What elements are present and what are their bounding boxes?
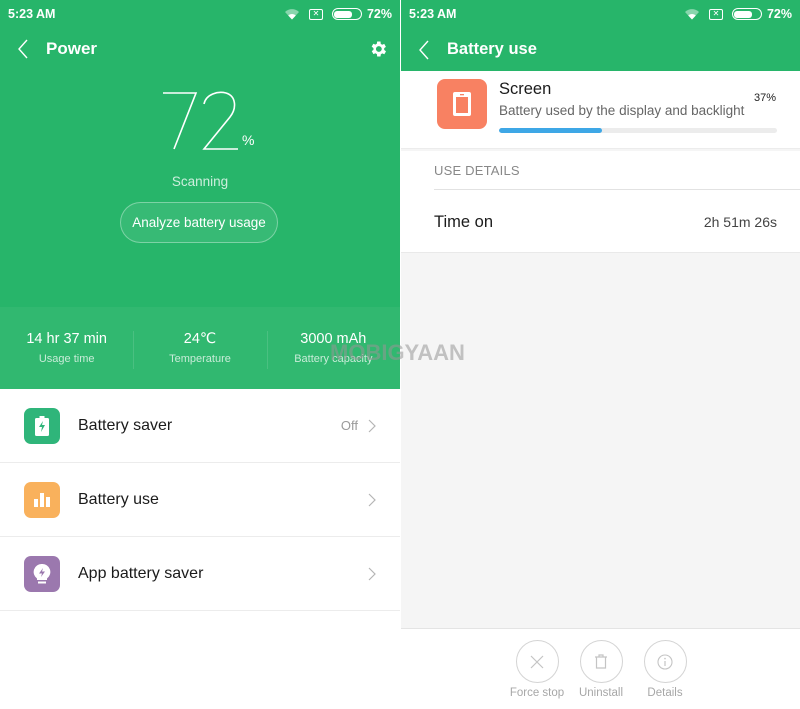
menu-item-battery-saver[interactable]: Battery saver Off: [0, 389, 400, 463]
chevron-right-icon: [368, 567, 376, 580]
section-divider: [434, 189, 800, 190]
stat-label: Usage time: [38, 353, 95, 365]
stat-value: 24℃: [183, 331, 217, 347]
menu-label: Battery use: [78, 490, 159, 508]
watermark: MOBIGYAAN: [330, 340, 465, 365]
app-bar: Power: [0, 28, 400, 70]
detail-key: Time on: [434, 213, 493, 231]
battery-percent-display: [163, 91, 238, 150]
info-icon: [643, 640, 687, 683]
status-battery-percent: 72%: [366, 7, 392, 21]
bulb-bolt-icon: [24, 555, 60, 592]
trash-icon: [579, 640, 623, 683]
wifi-icon: [284, 9, 299, 20]
action-bar: Force stop Uninstall Details: [401, 628, 800, 709]
usage-item-screen: Screen Battery used by the display and b…: [401, 71, 800, 149]
uninstall-button[interactable]: Uninstall: [566, 640, 636, 699]
power-menu: Battery saver Off Battery use App batter…: [0, 389, 400, 611]
menu-label: Battery saver: [78, 416, 173, 434]
wifi-icon: [684, 9, 699, 20]
stat-value: 14 hr 37 min: [26, 331, 107, 347]
usage-percent: 37%: [754, 92, 777, 104]
usage-progress-fill: [499, 128, 602, 133]
screen-icon: [437, 79, 487, 129]
gear-icon: [371, 41, 386, 57]
force-stop-button[interactable]: Force stop: [502, 640, 572, 699]
stat-usage-time: 14 hr 37 min Usage time: [0, 331, 133, 365]
use-details-section: USE DETAILS Time on 2h 51m 26s: [401, 151, 800, 253]
app-bar: Battery use: [401, 28, 800, 71]
chevron-right-icon: [368, 419, 376, 432]
action-label: Uninstall: [578, 687, 624, 699]
usage-item-description: Battery used by the display and backligh…: [499, 103, 745, 118]
back-button[interactable]: [0, 28, 46, 70]
action-label: Details: [647, 687, 683, 699]
detail-value: 2h 51m 26s: [703, 214, 777, 230]
menu-label: App battery saver: [78, 564, 204, 582]
chevron-left-icon: [419, 40, 429, 59]
status-bar: 5:23 AM ✕ 72%: [0, 0, 400, 28]
usage-progress-bar: [499, 128, 777, 133]
page-title: Power: [46, 39, 98, 58]
bar-chart-icon: [24, 481, 60, 518]
status-time: 5:23 AM: [8, 7, 56, 21]
section-header: USE DETAILS: [434, 163, 520, 178]
chevron-left-icon: [18, 39, 28, 59]
settings-button[interactable]: [356, 28, 400, 70]
details-button[interactable]: Details: [630, 640, 700, 699]
no-sim-icon: ✕: [708, 8, 723, 20]
page-title: Battery use: [447, 40, 537, 58]
status-battery-percent: 72%: [766, 7, 792, 21]
status-time: 5:23 AM: [409, 7, 457, 21]
menu-item-battery-use[interactable]: Battery use: [0, 463, 400, 537]
stat-temperature: 24℃ Temperature: [133, 331, 266, 369]
battery-bolt-icon: [24, 407, 60, 444]
usage-item-title: Screen: [499, 80, 552, 98]
analyze-battery-button[interactable]: Analyze battery usage: [120, 202, 278, 243]
chevron-right-icon: [368, 493, 376, 506]
battery-icon: [731, 8, 762, 20]
scan-status: Scanning: [171, 174, 229, 189]
battery-saver-status: Off: [340, 418, 358, 433]
no-sim-icon: ✕: [308, 8, 323, 20]
close-icon: [515, 640, 559, 683]
menu-item-app-battery-saver[interactable]: App battery saver: [0, 537, 400, 611]
back-button[interactable]: [401, 29, 447, 71]
action-label: Force stop: [509, 687, 565, 699]
battery-icon: [331, 8, 362, 20]
stat-label: Temperature: [169, 353, 231, 365]
battery-percent-unit: %: [242, 132, 255, 148]
status-bar: 5:23 AM ✕ 72%: [401, 0, 800, 28]
